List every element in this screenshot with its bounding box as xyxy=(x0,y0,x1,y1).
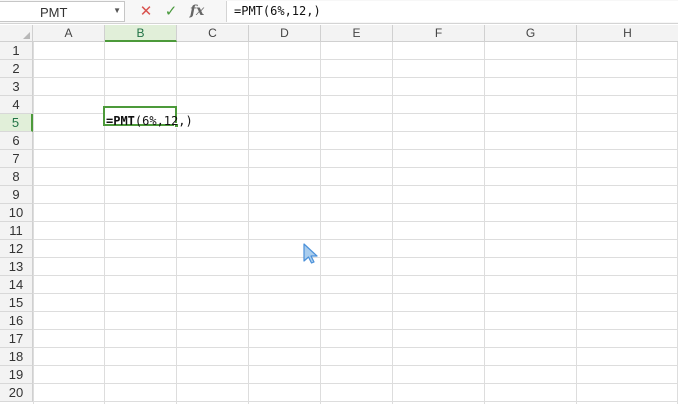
row-header-2[interactable]: 2 xyxy=(0,60,33,78)
spreadsheet-window: PMT ▼ ✕ ✓ fx =PMT(6%,12,) A B C D E F G … xyxy=(0,0,678,404)
cell-edit-text: =PMT(6%,12,) xyxy=(106,114,193,128)
row-header-14[interactable]: 14 xyxy=(0,276,33,294)
column-gridline xyxy=(484,42,485,404)
column-header-c[interactable]: C xyxy=(177,25,249,42)
column-header-g[interactable]: G xyxy=(485,25,577,42)
row-header-4[interactable]: 4 xyxy=(0,96,33,114)
column-gridline xyxy=(392,42,393,404)
row-header-1[interactable]: 1 xyxy=(0,42,33,60)
row-header-15[interactable]: 15 xyxy=(0,294,33,312)
cancel-icon[interactable]: ✕ xyxy=(138,2,154,21)
row-header-19[interactable]: 19 xyxy=(0,366,33,384)
row-header-17[interactable]: 17 xyxy=(0,330,33,348)
sheet-grid: A B C D E F G H 1 2 3 4 5 6 7 8 9 10 11 … xyxy=(0,25,678,404)
select-all-corner[interactable] xyxy=(0,25,33,42)
row-header-11[interactable]: 11 xyxy=(0,222,33,240)
name-box-value: PMT xyxy=(40,5,68,20)
row-header-6[interactable]: 6 xyxy=(0,132,33,150)
column-header-a[interactable]: A xyxy=(33,25,105,42)
mouse-cursor-icon xyxy=(303,243,318,264)
column-gridline xyxy=(176,42,177,404)
row-header-3[interactable]: 3 xyxy=(0,78,33,96)
chevron-down-icon[interactable]: ▼ xyxy=(113,6,121,15)
row-header-7[interactable]: 7 xyxy=(0,150,33,168)
row-header-9[interactable]: 9 xyxy=(0,186,33,204)
row-header-18[interactable]: 18 xyxy=(0,348,33,366)
row-header-5[interactable]: 5 xyxy=(0,114,33,132)
column-gridline xyxy=(104,42,105,404)
column-header-b[interactable]: B xyxy=(105,25,177,42)
formula-arguments: (6%,12,) xyxy=(134,114,193,128)
row-header-16[interactable]: 16 xyxy=(0,312,33,330)
column-header-d[interactable]: D xyxy=(249,25,321,42)
row-header-13[interactable]: 13 xyxy=(0,258,33,276)
formula-input[interactable]: =PMT(6%,12,) xyxy=(226,1,678,22)
fx-icon[interactable]: fx xyxy=(186,2,208,21)
check-icon[interactable]: ✓ xyxy=(162,2,180,21)
cell-area[interactable] xyxy=(33,42,678,404)
column-gridline xyxy=(576,42,577,404)
column-header-e[interactable]: E xyxy=(321,25,393,42)
column-gridline xyxy=(248,42,249,404)
column-header-f[interactable]: F xyxy=(393,25,485,42)
name-box[interactable]: PMT ▼ xyxy=(0,1,125,22)
column-gridline xyxy=(320,42,321,404)
row-header-8[interactable]: 8 xyxy=(0,168,33,186)
column-header-h[interactable]: H xyxy=(577,25,678,42)
formula-bar: PMT ▼ ✕ ✓ fx =PMT(6%,12,) xyxy=(0,0,678,24)
row-header-12[interactable]: 12 xyxy=(0,240,33,258)
formula-function-name: =PMT xyxy=(106,114,135,128)
row-header-10[interactable]: 10 xyxy=(0,204,33,222)
row-header-20[interactable]: 20 xyxy=(0,384,33,402)
